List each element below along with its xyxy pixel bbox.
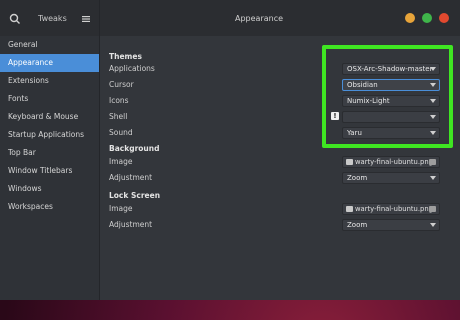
themes-section-title: Themes [109, 52, 142, 61]
applications-label: Applications [109, 64, 155, 73]
close-button[interactable] [439, 13, 449, 23]
background-adjustment-label: Adjustment [109, 173, 153, 182]
sidebar-item-extensions[interactable]: Extensions [0, 72, 99, 90]
sidebar-item-startup-applications[interactable]: Startup Applications [0, 126, 99, 144]
sidebar-item-workspaces[interactable]: Workspaces [0, 198, 99, 216]
sidebar-item-fonts[interactable]: Fonts [0, 90, 99, 108]
chevron-down-icon [430, 176, 436, 180]
icons-label: Icons [109, 96, 129, 105]
sidebar-item-window-titlebars[interactable]: Window Titlebars [0, 162, 99, 180]
background-image-label: Image [109, 157, 133, 166]
lock-screen-image-value: warty-final-ubuntu.png [355, 205, 433, 213]
hamburger-menu-icon[interactable] [80, 13, 92, 25]
sidebar-item-general[interactable]: General [0, 36, 99, 54]
cursor-label: Cursor [109, 80, 134, 89]
minimize-button[interactable] [405, 13, 415, 23]
lock-screen-adjustment-select[interactable]: Zoom [342, 219, 440, 231]
sidebar: General Appearance Extensions Fonts Keyb… [0, 36, 100, 300]
maximize-button[interactable] [422, 13, 432, 23]
chevron-down-icon [430, 223, 436, 227]
background-adjustment-value: Zoom [347, 174, 368, 182]
background-image-value: warty-final-ubuntu.png [355, 158, 433, 166]
image-file-icon [346, 206, 353, 212]
sidebar-item-keyboard-mouse[interactable]: Keyboard & Mouse [0, 108, 99, 126]
highlight-annotation-box [322, 45, 453, 148]
background-section-title: Background [109, 144, 160, 153]
lock-screen-adjustment-value: Zoom [347, 221, 368, 229]
lock-screen-image-chooser[interactable]: warty-final-ubuntu.png [342, 203, 440, 215]
app-title: Tweaks [38, 14, 67, 23]
lock-screen-image-label: Image [109, 204, 133, 213]
lock-screen-section-title: Lock Screen [109, 191, 161, 200]
sidebar-item-appearance[interactable]: Appearance [0, 54, 99, 72]
folder-icon [429, 206, 436, 212]
image-file-icon [346, 159, 353, 165]
desktop-wallpaper [0, 300, 460, 320]
sidebar-item-windows[interactable]: Windows [0, 180, 99, 198]
header-bar: Tweaks Appearance [0, 0, 460, 36]
header-left-pane: Tweaks [0, 0, 100, 36]
background-image-chooser[interactable]: warty-final-ubuntu.png [342, 156, 440, 168]
sound-label: Sound [109, 128, 133, 137]
shell-label: Shell [109, 112, 128, 121]
lock-screen-adjustment-label: Adjustment [109, 220, 153, 229]
background-adjustment-select[interactable]: Zoom [342, 172, 440, 184]
sidebar-item-top-bar[interactable]: Top Bar [0, 144, 99, 162]
page-title: Appearance [235, 14, 284, 23]
search-icon[interactable] [8, 12, 22, 26]
folder-icon [429, 159, 436, 165]
